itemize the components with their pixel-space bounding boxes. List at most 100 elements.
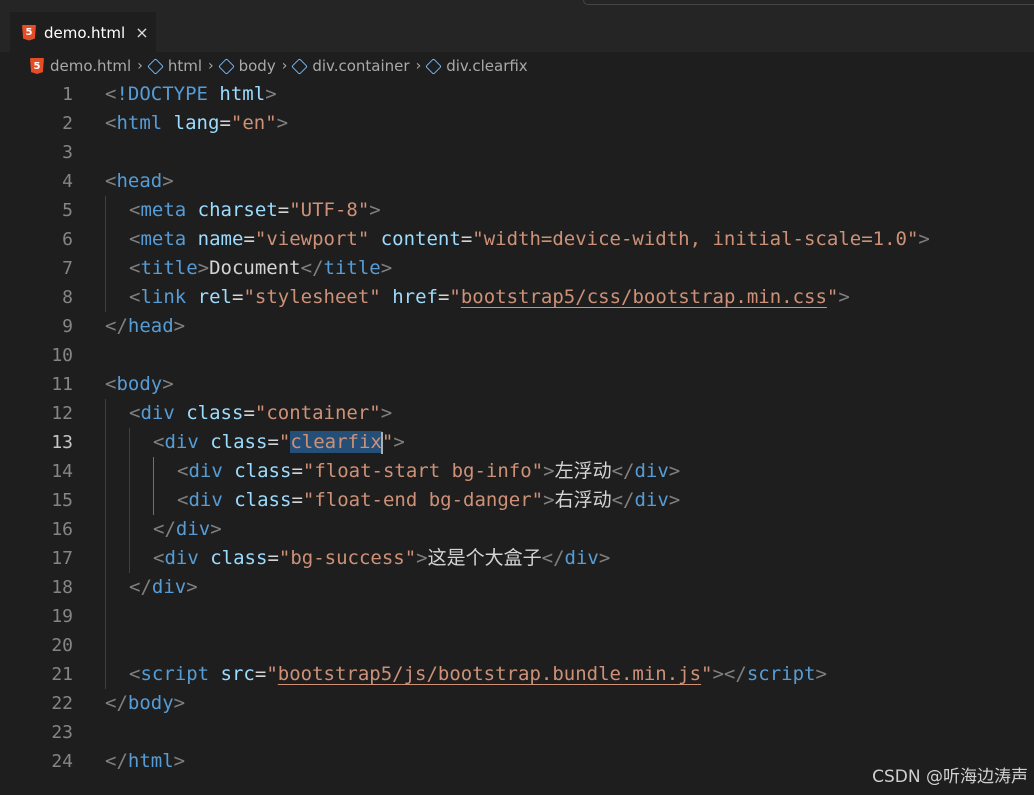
code-token: "UTF-8" [289, 199, 370, 221]
code-line[interactable]: 15 <div class="float-end bg-danger">右浮动</… [0, 486, 1034, 515]
code-line[interactable]: 9 </head> [0, 312, 1034, 341]
code-editor[interactable]: 1 <!DOCTYPE html> 2 <html lang="en"> 3 4 <head… [0, 80, 1034, 795]
code-token: < [129, 286, 141, 308]
code-text: <div class="container"> [129, 399, 392, 428]
code-token: meta [140, 199, 187, 221]
breadcrumb-item[interactable]: html [147, 57, 202, 75]
indent-guide [105, 254, 106, 283]
code-text: </div> [129, 573, 198, 602]
code-token: > [815, 663, 827, 685]
breadcrumb-item[interactable]: div.clearfix [425, 57, 528, 75]
code-line[interactable]: 4 <head> [0, 167, 1034, 196]
code-token: meta [140, 228, 187, 250]
code-token: " [449, 286, 461, 308]
code-token: head [127, 315, 174, 337]
link-path[interactable]: bootstrap5/css/bootstrap.min.css [461, 286, 827, 308]
code-token: html [219, 83, 266, 105]
code-line[interactable]: 12 <div class="container"> [0, 399, 1034, 428]
breadcrumb-label: div.container [312, 57, 410, 75]
code-token: = [243, 228, 255, 250]
indent-guide [105, 631, 106, 660]
code-token: " [278, 431, 291, 453]
line-number: 3 [62, 142, 73, 163]
code-line[interactable]: 23 [0, 718, 1034, 747]
code-line[interactable]: 18 </div> [0, 573, 1034, 602]
element-icon [425, 57, 442, 75]
breadcrumb-label: html [167, 57, 202, 75]
code-token: < [177, 489, 189, 511]
tab-title: demo.html [44, 23, 126, 42]
code-token: > [162, 170, 174, 192]
code-token: " [701, 663, 713, 685]
breadcrumb-item[interactable]: body [217, 57, 276, 75]
breadcrumb-item[interactable]: 5 demo.html [30, 57, 131, 75]
indent-guide [129, 515, 130, 544]
code-line[interactable]: 7 <title>Document</title> [0, 254, 1034, 283]
code-text: <meta name="viewport" content="width=dev… [129, 225, 930, 254]
breadcrumb-item[interactable]: div.container [291, 57, 410, 75]
close-icon[interactable]: × [135, 23, 148, 42]
code-text: <html lang="en"> [105, 109, 288, 138]
code-token: </ [541, 547, 565, 569]
breadcrumb-label: demo.html [50, 57, 132, 75]
code-token: div [188, 489, 223, 511]
indent-guide [105, 544, 106, 573]
code-token: > [173, 750, 186, 772]
line-number: 5 [62, 200, 73, 221]
code-token: lang [173, 112, 220, 134]
indent-guide [105, 573, 106, 602]
element-icon [217, 57, 235, 75]
code-token: class [186, 402, 244, 424]
code-line[interactable]: 5 <meta charset="UTF-8"> [0, 196, 1034, 225]
code-text: <!DOCTYPE html> [105, 80, 277, 109]
tab-demo-html[interactable]: 5 demo.html × [10, 12, 156, 53]
indent-guide [129, 428, 130, 457]
code-token: < [129, 199, 141, 221]
code-token: = [291, 460, 303, 482]
code-line[interactable]: 17 <div class="bg-success">这是个大盒子</div> [0, 544, 1034, 573]
line-number: 17 [51, 548, 73, 569]
code-line[interactable]: 19 [0, 602, 1034, 631]
code-line[interactable]: 1 <!DOCTYPE html> [0, 80, 1034, 109]
code-line[interactable]: 8 <link rel="stylesheet" href="bootstrap5… [0, 283, 1034, 312]
code-token: > [393, 431, 405, 453]
code-line[interactable]: 21 <script src="bootstrap5/js/bootstrap.b… [0, 660, 1034, 689]
indent-guide [105, 660, 106, 689]
code-token: "width=device-width, initial-scale=1.0" [472, 228, 919, 250]
code-text: <link rel="stylesheet" href="bootstrap5/… [129, 283, 850, 312]
code-line[interactable]: 2 <html lang="en"> [0, 109, 1034, 138]
code-token: 这是个大盒子 [427, 547, 542, 569]
code-token: " [266, 663, 278, 685]
code-text: <body> [105, 370, 174, 399]
code-token: < [129, 257, 141, 279]
code-line[interactable]: 11 <body> [0, 370, 1034, 399]
code-line[interactable]: 3 [0, 138, 1034, 167]
code-line[interactable]: 22 </body> [0, 689, 1034, 718]
code-line[interactable]: 16 </div> [0, 515, 1034, 544]
breadcrumb: 5 demo.html › html › body › div.container › div.c… [0, 52, 1034, 80]
link-path[interactable]: bootstrap5/js/bootstrap.bundle.min.js [278, 663, 701, 685]
code-token: > [543, 460, 555, 482]
code-token: = [267, 431, 279, 453]
line-number: 19 [51, 606, 73, 627]
line-number: 6 [62, 229, 73, 250]
code-line[interactable]: 13 <div class="clearfix"> [0, 428, 1034, 457]
chevron-right-icon: › [208, 58, 214, 74]
code-token: " [826, 286, 839, 308]
code-text: <div class="clearfix"> [153, 428, 405, 457]
code-token: 左浮动 [554, 460, 612, 482]
code-token: "float-end bg-danger" [302, 489, 544, 511]
code-token: </ [129, 576, 152, 598]
code-token: div [188, 460, 223, 482]
line-number: 4 [62, 171, 73, 192]
code-line[interactable]: 14 <div class="float-start bg-info">左浮动</… [0, 457, 1034, 486]
code-line[interactable]: 20 [0, 631, 1034, 660]
code-line[interactable]: 10 [0, 341, 1034, 370]
indent-guide [129, 544, 130, 573]
code-token: src [220, 663, 255, 685]
code-line[interactable]: 6 <meta name="viewport" content="width=de… [0, 225, 1034, 254]
